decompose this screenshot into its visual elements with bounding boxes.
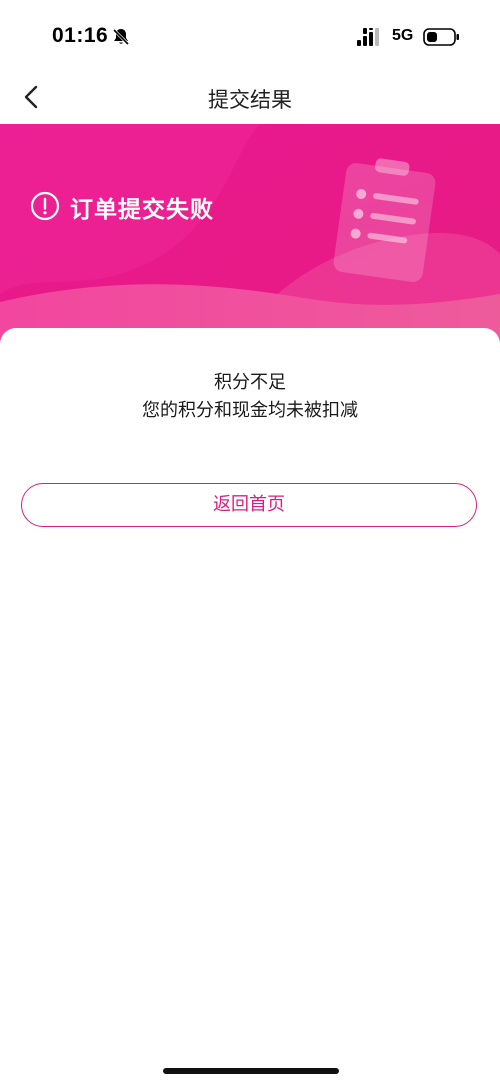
status-time: 01:16	[52, 24, 109, 47]
network-label: 5G	[392, 27, 414, 44]
result-reason: 积分不足	[214, 372, 286, 393]
battery-icon	[423, 28, 459, 46]
exclamation-circle-icon	[30, 191, 60, 221]
result-card: 积分不足 您的积分和现金均未被扣减 返回首页	[0, 328, 500, 1084]
status-banner: 订单提交失败	[0, 124, 500, 354]
bell-muted-icon	[112, 28, 130, 46]
return-home-button[interactable]: 返回首页	[21, 483, 477, 527]
result-detail: 您的积分和现金均未被扣减	[142, 400, 358, 421]
banner-title: 订单提交失败	[70, 197, 214, 223]
status-bar: 01:16 5G	[0, 0, 500, 72]
home-indicator	[163, 1068, 339, 1074]
nav-bar: 提交结果	[0, 72, 500, 124]
clipboard-icon	[333, 158, 436, 282]
signal-icon	[357, 28, 379, 46]
page-title: 提交结果	[208, 88, 292, 112]
